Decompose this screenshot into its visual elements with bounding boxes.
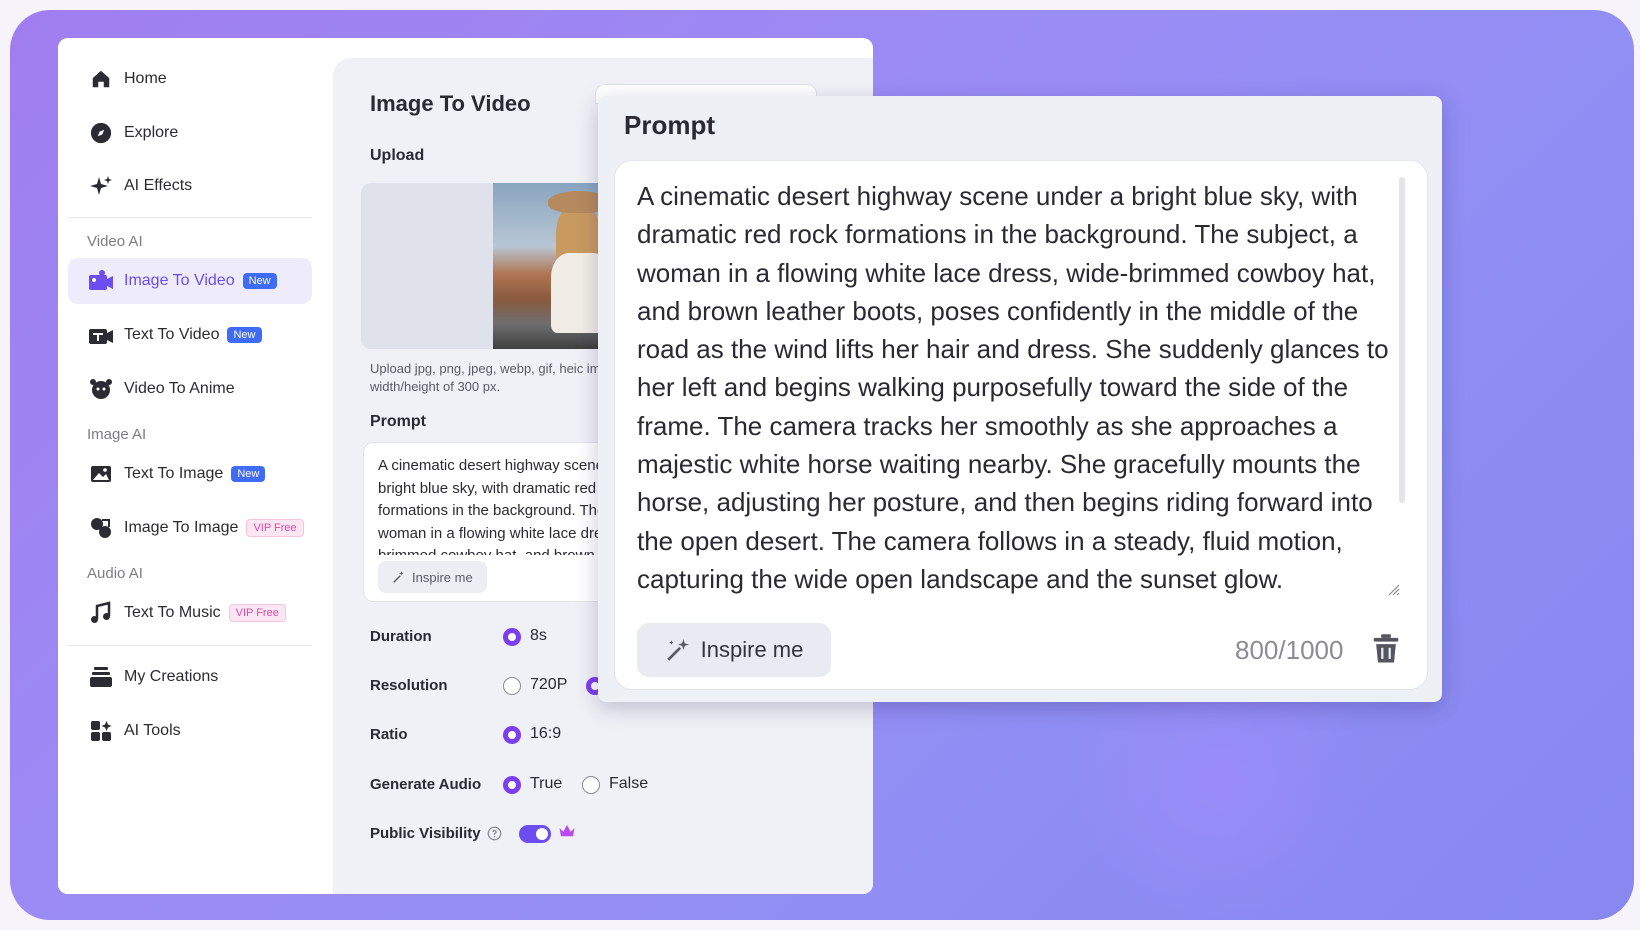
image-image-icon <box>88 515 114 541</box>
duration-value: 8s <box>530 627 547 644</box>
sidebar-item-label: AI Effects <box>124 177 193 194</box>
resolution-radio-720p[interactable] <box>503 677 521 695</box>
prompt-textarea-preview[interactable]: A cinematic desert highway scene under a… <box>363 442 633 602</box>
sidebar-item-text-to-image[interactable]: Text To Image New <box>68 451 312 497</box>
new-badge: New <box>242 273 277 289</box>
magic-wand-icon <box>665 637 691 663</box>
public-visibility-label: Public Visibility <box>370 825 502 842</box>
prompt-label: Prompt <box>370 413 426 430</box>
upload-label: Upload <box>370 147 425 164</box>
sidebar-item-label: Text To Video <box>124 326 220 343</box>
sidebar-item-explore[interactable]: Explore <box>68 110 312 156</box>
section-label-video-ai: Video AI <box>87 233 143 250</box>
modal-title: Prompt <box>624 110 715 140</box>
sidebar-item-ai-effects[interactable]: AI Effects <box>68 163 312 209</box>
sidebar-item-image-to-image[interactable]: Image To Image VIP Free <box>68 505 312 551</box>
public-visibility-toggle[interactable] <box>519 825 551 843</box>
magic-wand-icon <box>392 570 406 584</box>
sidebar-item-label: Image To Image <box>124 519 239 536</box>
sidebar-item-text-to-video[interactable]: Text To Video New <box>68 312 312 358</box>
sidebar-item-image-to-video[interactable]: Image To Video New <box>68 258 312 304</box>
text-video-icon <box>88 322 114 348</box>
sidebar-item-label: Home <box>124 70 167 87</box>
vip-free-badge: VIP Free <box>246 519 304 537</box>
stack-icon <box>88 664 114 690</box>
resize-grip-icon[interactable] <box>1385 581 1401 597</box>
sidebar-item-label: AI Tools <box>124 722 181 739</box>
compass-icon <box>88 120 114 146</box>
character-counter: 800/1000 <box>1235 635 1344 665</box>
generate-audio-radio-true[interactable] <box>503 776 521 794</box>
generate-audio-false-label: False <box>609 775 649 792</box>
prompt-modal: Prompt A cinematic desert highway scene … <box>598 96 1442 702</box>
sidebar-item-ai-tools[interactable]: AI Tools <box>68 708 312 754</box>
resolution-label: Resolution <box>370 677 448 694</box>
generate-audio-true-label: True <box>530 775 563 792</box>
crown-icon <box>558 823 576 844</box>
inspire-me-button[interactable]: Inspire me <box>637 623 831 677</box>
sidebar-item-my-creations[interactable]: My Creations <box>68 654 312 700</box>
text-image-icon <box>88 461 114 487</box>
sidebar-divider <box>68 217 312 218</box>
sidebar-item-text-to-music[interactable]: Text To Music VIP Free <box>68 590 312 636</box>
music-icon <box>88 600 114 626</box>
inspire-me-label: Inspire me <box>700 637 804 662</box>
sidebar-divider <box>68 645 312 646</box>
upload-dropzone[interactable] <box>361 183 631 349</box>
new-badge: New <box>227 327 262 343</box>
sidebar-item-label: Text To Image <box>124 465 224 482</box>
help-icon[interactable] <box>487 826 502 841</box>
ratio-label: Ratio <box>370 726 408 743</box>
page-title: Image To Video <box>370 91 531 116</box>
sidebar-item-label: My Creations <box>124 668 219 685</box>
section-label-image-ai: Image AI <box>87 426 147 443</box>
prompt-textarea[interactable]: A cinematic desert highway scene under a… <box>614 160 1428 690</box>
ratio-value: 16:9 <box>530 725 562 742</box>
generate-audio-label: Generate Audio <box>370 776 482 793</box>
new-badge: New <box>231 466 266 482</box>
generate-audio-radio-false[interactable] <box>582 776 600 794</box>
duration-radio-8s[interactable] <box>503 628 521 646</box>
sparkle-icon <box>88 173 114 199</box>
prompt-text[interactable]: A cinematic desert highway scene under a… <box>637 177 1389 609</box>
sidebar-item-label: Image To Video <box>124 272 235 289</box>
sidebar-item-video-to-anime[interactable]: Video To Anime <box>68 366 312 412</box>
inspire-me-button-small[interactable]: Inspire me <box>378 561 487 593</box>
public-visibility-text: Public Visibility <box>370 825 481 842</box>
scrollbar[interactable] <box>1399 177 1405 503</box>
resolution-value-720p: 720P <box>530 676 568 693</box>
sidebar: Home Explore AI Effects Video AI Image T… <box>58 38 328 894</box>
prompt-preview-text: A cinematic desert highway scene under a… <box>378 457 632 555</box>
tools-icon <box>88 718 114 744</box>
trash-icon[interactable] <box>1371 633 1401 665</box>
sidebar-item-label: Video To Anime <box>124 380 235 397</box>
home-icon <box>88 66 114 92</box>
inspire-me-label: Inspire me <box>412 569 473 585</box>
ratio-radio-16-9[interactable] <box>503 726 521 744</box>
section-label-audio-ai: Audio AI <box>87 565 143 582</box>
duration-label: Duration <box>370 628 432 645</box>
image-video-icon <box>88 268 114 294</box>
vip-free-badge: VIP Free <box>228 604 286 622</box>
sidebar-item-home[interactable]: Home <box>68 56 312 102</box>
sidebar-item-label: Text To Music <box>124 604 221 621</box>
sidebar-item-label: Explore <box>124 124 179 141</box>
upload-hint: Upload jpg, png, jpeg, webp, gif, heic i… <box>370 361 608 394</box>
anime-icon <box>88 376 114 402</box>
